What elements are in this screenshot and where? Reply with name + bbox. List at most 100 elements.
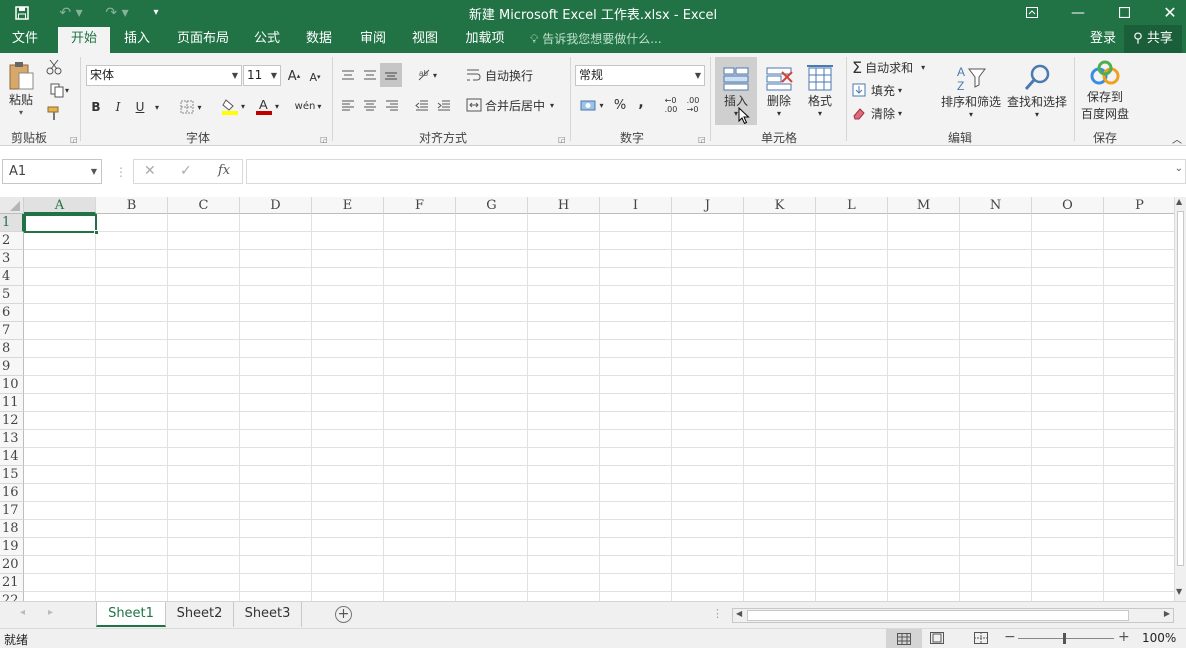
- row-header[interactable]: 19: [0, 538, 24, 556]
- shrink-font-icon[interactable]: A ▾: [308, 68, 322, 86]
- share-button[interactable]: ⚲ 共享: [1124, 25, 1182, 53]
- tab-split-grip-icon[interactable]: ⋮: [712, 607, 723, 620]
- column-header[interactable]: E: [312, 197, 384, 214]
- cancel-icon[interactable]: ✕: [144, 163, 156, 179]
- select-all-corner[interactable]: [0, 197, 24, 214]
- zoom-slider[interactable]: [1018, 638, 1114, 639]
- increase-indent-icon[interactable]: [434, 95, 454, 115]
- expand-formula-icon[interactable]: ⌄: [1175, 163, 1183, 174]
- column-header[interactable]: A: [24, 197, 96, 214]
- row-header[interactable]: 9: [0, 358, 24, 376]
- column-header[interactable]: D: [240, 197, 312, 214]
- font-color-icon[interactable]: A ▾: [250, 95, 284, 117]
- page-layout-view-icon[interactable]: [930, 632, 944, 647]
- row-header[interactable]: 10: [0, 376, 24, 394]
- align-bottom-icon[interactable]: [380, 63, 402, 87]
- font-size-select[interactable]: 11 ▼: [243, 65, 281, 86]
- vertical-scroll-thumb[interactable]: [1177, 211, 1184, 566]
- align-right-icon[interactable]: [382, 95, 402, 115]
- sheet-tab-3[interactable]: Sheet3: [234, 602, 302, 627]
- alignment-launcher-icon[interactable]: ◲: [558, 135, 566, 144]
- wrap-text-button[interactable]: 自动换行: [466, 65, 542, 85]
- tab-view[interactable]: 视图: [404, 25, 446, 53]
- underline-button[interactable]: U: [132, 97, 148, 117]
- insert-cells-button[interactable]: 插入 ▾: [715, 57, 757, 125]
- row-header[interactable]: 7: [0, 322, 24, 340]
- number-format-select[interactable]: 常规 ▼: [575, 65, 705, 86]
- row-header[interactable]: 14: [0, 448, 24, 466]
- column-header[interactable]: J: [672, 197, 744, 214]
- tab-formulas[interactable]: 公式: [246, 25, 288, 53]
- align-middle-icon[interactable]: [360, 65, 380, 85]
- name-box[interactable]: A1 ▼: [2, 159, 102, 184]
- tab-data[interactable]: 数据: [298, 25, 340, 53]
- delete-cells-button[interactable]: 删除 ▾: [760, 57, 798, 125]
- autosum-button[interactable]: Σ 自动求和 ▾: [852, 57, 940, 77]
- format-cells-button[interactable]: 格式 ▾: [800, 57, 840, 125]
- row-header[interactable]: 20: [0, 556, 24, 574]
- comma-style-button[interactable]: ,: [634, 93, 648, 113]
- find-select-button[interactable]: 查找和选择 ▾: [1004, 57, 1070, 125]
- tab-insert[interactable]: 插入: [114, 25, 160, 53]
- page-break-view-icon[interactable]: [974, 632, 988, 647]
- maximize-button[interactable]: [1112, 0, 1136, 25]
- row-header[interactable]: 22: [0, 592, 24, 601]
- zoom-in-button[interactable]: +: [1118, 629, 1130, 645]
- copy-icon[interactable]: ▾: [44, 80, 74, 100]
- next-sheet-icon[interactable]: ▸: [48, 607, 53, 618]
- row-header[interactable]: 16: [0, 484, 24, 502]
- row-header[interactable]: 8: [0, 340, 24, 358]
- increase-decimal-icon[interactable]: ←0.00: [662, 95, 680, 115]
- row-header[interactable]: 17: [0, 502, 24, 520]
- minimize-button[interactable]: —: [1066, 0, 1090, 25]
- column-header[interactable]: B: [96, 197, 168, 214]
- phonetic-icon[interactable]: wén ▾: [292, 95, 324, 117]
- borders-icon[interactable]: ▾: [174, 97, 208, 117]
- column-header[interactable]: O: [1032, 197, 1104, 214]
- login-link[interactable]: 登录: [1084, 25, 1122, 53]
- prev-sheet-icon[interactable]: ◂: [20, 607, 25, 618]
- scroll-down-icon[interactable]: ▼: [1176, 587, 1182, 596]
- column-header[interactable]: C: [168, 197, 240, 214]
- add-sheet-icon[interactable]: +: [335, 606, 352, 623]
- normal-view-icon[interactable]: [886, 629, 922, 648]
- grow-font-icon[interactable]: A ▴: [286, 66, 302, 86]
- fill-button[interactable]: 填充 ▾: [852, 80, 912, 100]
- zoom-slider-thumb[interactable]: [1063, 633, 1066, 644]
- tab-file[interactable]: 文件: [0, 25, 50, 53]
- bold-button[interactable]: B: [88, 97, 104, 117]
- row-header[interactable]: 18: [0, 520, 24, 538]
- column-header[interactable]: I: [600, 197, 672, 214]
- format-painter-icon[interactable]: [44, 103, 64, 123]
- row-header[interactable]: 13: [0, 430, 24, 448]
- tab-addins[interactable]: 加载项: [458, 25, 512, 53]
- align-top-icon[interactable]: [338, 65, 358, 85]
- accounting-format-icon[interactable]: ▾: [576, 95, 608, 115]
- align-center-icon[interactable]: [360, 95, 380, 115]
- formula-input[interactable]: ⌄: [246, 159, 1186, 184]
- row-header[interactable]: 15: [0, 466, 24, 484]
- percent-button[interactable]: %: [612, 95, 628, 115]
- horizontal-scrollbar[interactable]: ◀ ▶: [732, 608, 1174, 623]
- column-header[interactable]: N: [960, 197, 1032, 214]
- clipboard-launcher-icon[interactable]: ◲: [70, 135, 78, 144]
- vertical-scrollbar[interactable]: ▲ ▼: [1174, 197, 1186, 601]
- column-header[interactable]: M: [888, 197, 960, 214]
- zoom-out-button[interactable]: −: [1004, 629, 1016, 645]
- tab-home[interactable]: 开始: [58, 27, 110, 53]
- merge-center-button[interactable]: 合并后居中 ▾: [466, 95, 564, 115]
- paste-button[interactable]: 粘贴 ▾: [4, 59, 38, 119]
- column-header[interactable]: H: [528, 197, 600, 214]
- insert-function-icon[interactable]: fx: [218, 163, 230, 178]
- column-header[interactable]: G: [456, 197, 528, 214]
- row-header[interactable]: 5: [0, 286, 24, 304]
- sort-filter-button[interactable]: AZ 排序和筛选 ▾: [940, 57, 1002, 125]
- row-header[interactable]: 6: [0, 304, 24, 322]
- close-button[interactable]: ✕: [1158, 0, 1182, 25]
- row-header[interactable]: 3: [0, 250, 24, 268]
- row-header[interactable]: 11: [0, 394, 24, 412]
- column-header[interactable]: L: [816, 197, 888, 214]
- row-header[interactable]: 2: [0, 232, 24, 250]
- row-header[interactable]: 1: [0, 214, 24, 232]
- enter-icon[interactable]: ✓: [180, 163, 192, 179]
